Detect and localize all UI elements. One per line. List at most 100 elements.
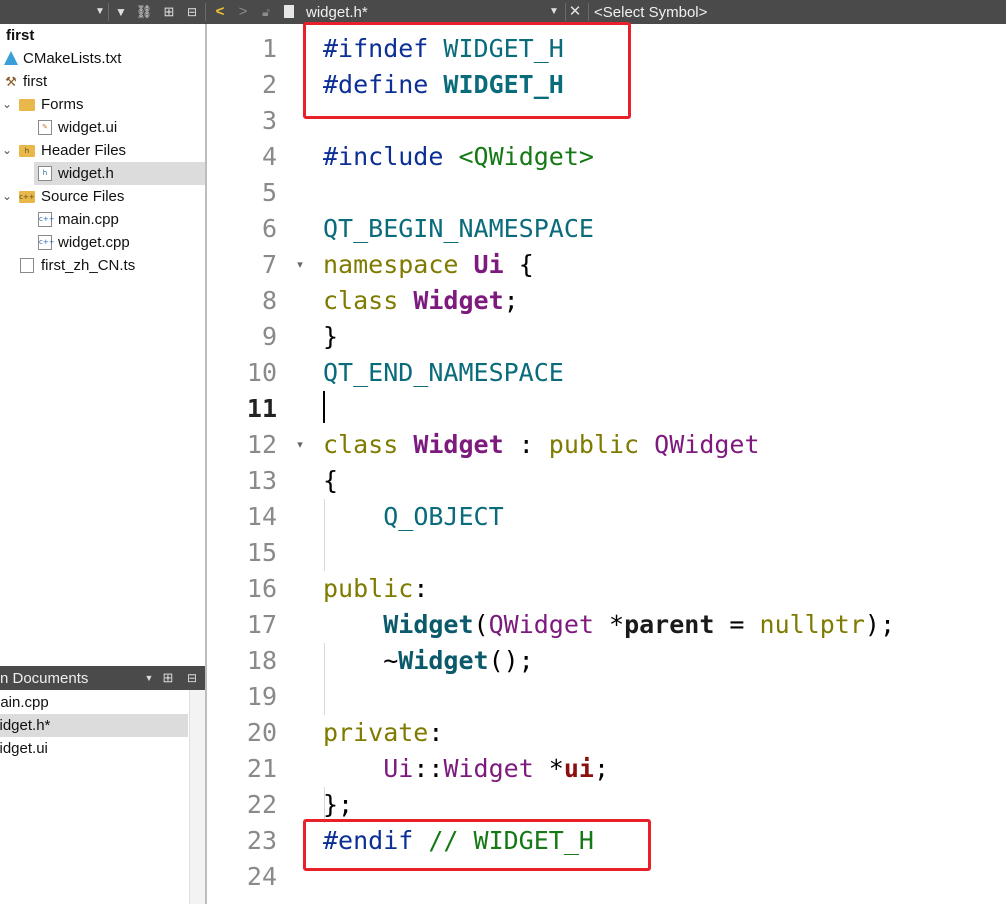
tree-item-first-target[interactable]: ⚒ first bbox=[0, 70, 205, 93]
tree-item-label: widget.ui bbox=[58, 119, 118, 136]
type-name: Widget bbox=[443, 754, 534, 783]
function-name: Widget bbox=[398, 646, 489, 675]
code-line-18: ~Widget(); bbox=[323, 643, 534, 679]
tree-item-main-cpp[interactable]: c++ main.cpp bbox=[0, 208, 205, 231]
header-folder-icon: h bbox=[19, 145, 35, 157]
tree-item-forms[interactable]: ⌄ Forms bbox=[0, 93, 205, 116]
open-documents-list: nain.cpp vidget.h* vidget.ui bbox=[0, 690, 206, 904]
punctuation: { bbox=[323, 466, 339, 495]
punctuation: ; bbox=[503, 286, 519, 315]
open-doc-widget-ui[interactable]: vidget.ui bbox=[0, 737, 188, 760]
keyword: public bbox=[548, 430, 640, 459]
macro-name: QT_BEGIN_NAMESPACE bbox=[323, 214, 594, 243]
link-icon[interactable]: ⛓ bbox=[135, 0, 153, 24]
keyword: private bbox=[323, 718, 429, 747]
member-name: ui bbox=[563, 754, 594, 783]
file-icon bbox=[282, 0, 296, 24]
filter-dropdown-icon[interactable]: ▼ bbox=[94, 0, 106, 24]
cpp-file-icon: c++ bbox=[38, 235, 55, 250]
tree-item-project-root[interactable]: first bbox=[0, 24, 205, 47]
symbol-selector[interactable]: <Select Symbol> bbox=[594, 0, 707, 24]
current-line-number: 11 bbox=[246, 394, 277, 423]
lock-icon[interactable]: 🔓︎ bbox=[259, 0, 273, 24]
code-line-21: Ui::Widget *ui; bbox=[323, 751, 609, 787]
line-number: 20 bbox=[246, 718, 277, 747]
punctuation: (); bbox=[488, 646, 534, 675]
open-doc-main-cpp[interactable]: nain.cpp bbox=[0, 691, 188, 714]
toolbar-separator bbox=[205, 3, 206, 21]
open-docs-scrollbar[interactable] bbox=[189, 690, 206, 904]
type-name: QWidget bbox=[488, 610, 594, 639]
header-file-icon: h bbox=[38, 166, 52, 181]
tree-item-header-files[interactable]: ⌄ h Header Files bbox=[0, 139, 205, 162]
back-arrow-icon[interactable]: < bbox=[212, 0, 228, 24]
filter-icon[interactable]: ▼ bbox=[113, 0, 129, 24]
tree-item-label: Forms bbox=[41, 96, 84, 113]
tree-item-ts-file[interactable]: first_zh_CN.ts bbox=[0, 254, 205, 277]
tree-item-widget-h[interactable]: h widget.h bbox=[34, 162, 205, 185]
tree-item-cmakelists[interactable]: CMakeLists.txt bbox=[0, 47, 205, 70]
line-number: 15 bbox=[246, 538, 277, 567]
code-editor[interactable]: 1 2 3 4 5 6 7 8 9 10 11 12 13 14 15 16 1… bbox=[207, 22, 1006, 904]
tree-item-label: widget.h bbox=[58, 165, 114, 182]
keyword: public bbox=[323, 574, 414, 603]
keyword: class bbox=[323, 286, 399, 315]
close-file-icon[interactable]: ✕ bbox=[568, 0, 582, 24]
forward-arrow-icon[interactable]: > bbox=[235, 0, 251, 24]
open-doc-label: vidget.ui bbox=[0, 740, 48, 757]
highlight-box-endif bbox=[303, 819, 651, 871]
code-line-7: namespace Ui { bbox=[323, 247, 534, 283]
cmake-icon bbox=[4, 51, 18, 65]
punctuation: * bbox=[593, 610, 625, 639]
line-number: 1 bbox=[261, 34, 277, 63]
split-icon[interactable]: ⊞ bbox=[160, 0, 178, 24]
punctuation: { bbox=[503, 250, 534, 279]
chevron-down-icon[interactable]: ⌄ bbox=[1, 139, 13, 162]
chevron-down-icon[interactable]: ⌄ bbox=[1, 93, 13, 116]
text-cursor bbox=[323, 391, 325, 423]
line-number: 14 bbox=[246, 502, 277, 531]
line-number: 10 bbox=[246, 358, 277, 387]
hammer-icon: ⚒ bbox=[5, 74, 17, 89]
preprocessor-directive: #include bbox=[323, 142, 444, 171]
class-name: Widget bbox=[413, 430, 504, 459]
type-name: QWidget bbox=[654, 430, 760, 459]
fold-arrow-icon[interactable]: ▾ bbox=[294, 427, 306, 463]
code-line-6: QT_BEGIN_NAMESPACE bbox=[323, 211, 594, 247]
file-dropdown-icon[interactable]: ▼ bbox=[548, 0, 560, 24]
tree-item-source-files[interactable]: ⌄ c++ Source Files bbox=[0, 185, 205, 208]
open-doc-widget-h[interactable]: vidget.h* bbox=[0, 714, 188, 737]
close-pane-icon[interactable]: ⊟ bbox=[184, 0, 200, 24]
file-icon-shape bbox=[284, 5, 294, 18]
code-line-10: QT_END_NAMESPACE bbox=[323, 355, 564, 391]
chevron-down-icon[interactable]: ⌄ bbox=[1, 185, 13, 208]
code-line-20: private: bbox=[323, 715, 443, 751]
include-path: <QWidget> bbox=[458, 142, 594, 171]
tree-item-widget-ui[interactable]: ✎ widget.ui bbox=[0, 116, 205, 139]
split-icon[interactable]: ⊞ bbox=[160, 666, 176, 690]
file-tab[interactable]: widget.h* bbox=[306, 0, 368, 24]
tree-item-label: Header Files bbox=[41, 142, 127, 159]
class-name: Widget bbox=[413, 286, 504, 315]
top-toolbar: ▼ ▼ ⛓ ⊞ ⊟ < > 🔓︎ widget.h* ▼ ✕ <Select S… bbox=[0, 0, 1006, 24]
open-docs-dropdown-icon[interactable]: ▼ bbox=[143, 666, 155, 690]
punctuation: ; bbox=[593, 754, 610, 783]
punctuation: : bbox=[413, 574, 429, 603]
line-number: 3 bbox=[261, 106, 277, 135]
line-number: 5 bbox=[261, 178, 277, 207]
open-documents-header: n Documents ▼ ⊞ ⊟ bbox=[0, 666, 205, 690]
forms-folder-icon bbox=[19, 99, 35, 111]
source-folder-icon: c++ bbox=[19, 191, 35, 203]
tree-item-widget-cpp[interactable]: c++ widget.cpp bbox=[0, 231, 205, 254]
line-number: 8 bbox=[261, 286, 277, 315]
tree-item-label: first_zh_CN.ts bbox=[41, 257, 136, 274]
fold-arrow-icon[interactable]: ▾ bbox=[294, 247, 306, 283]
open-doc-label: nain.cpp bbox=[0, 694, 49, 711]
close-pane-icon[interactable]: ⊟ bbox=[184, 666, 200, 690]
